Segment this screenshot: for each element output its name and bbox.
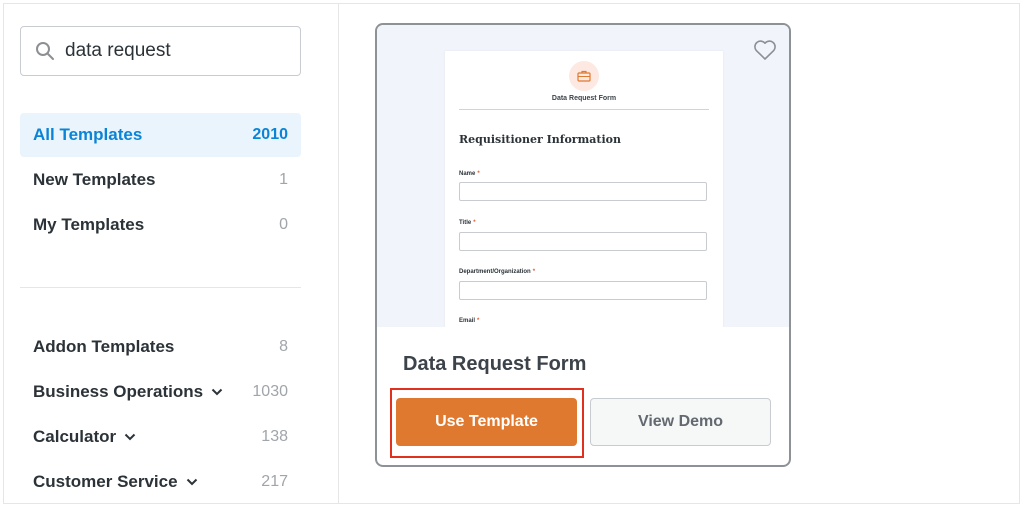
search-box[interactable] — [20, 26, 301, 76]
category-count: 1030 — [252, 383, 288, 400]
form-field-label: Title * — [459, 220, 476, 226]
category-customer-service[interactable]: Customer Service 217 — [20, 460, 301, 504]
form-field-input — [459, 182, 707, 201]
form-field-label-text: Name — [459, 171, 476, 177]
form-preview-title: Data Request Form — [551, 95, 617, 102]
template-card[interactable]: Data Request Form Requisitioner Informat… — [375, 23, 791, 467]
chevron-down-icon[interactable] — [186, 478, 198, 486]
category-count: 217 — [261, 473, 288, 490]
nav-count: 1 — [279, 171, 288, 188]
template-preview[interactable]: Data Request Form Requisitioner Informat… — [377, 25, 789, 327]
required-mark: * — [532, 269, 536, 275]
nav-count: 0 — [279, 216, 288, 233]
form-field-input — [459, 281, 707, 300]
required-mark: * — [477, 171, 480, 177]
category-label-wrap: Calculator — [33, 427, 136, 447]
view-demo-button[interactable]: View Demo — [590, 398, 771, 446]
form-preview-section: Requisitioner Information — [459, 133, 621, 146]
chevron-down-icon[interactable] — [211, 388, 223, 396]
category-label-wrap: Business Operations — [33, 382, 223, 402]
category-label: Calculator — [33, 427, 117, 446]
form-field-label: Department/Organization * — [459, 269, 535, 275]
nav-label: My Templates — [33, 215, 145, 234]
form-field-label-text: Email — [459, 318, 476, 324]
heart-icon[interactable] — [753, 39, 777, 61]
template-title: Data Request Form — [403, 353, 587, 375]
use-template-button[interactable]: Use Template — [396, 398, 577, 446]
form-preview-document: Data Request Form Requisitioner Informat… — [445, 51, 723, 327]
nav-count: 2010 — [252, 126, 288, 143]
category-addon-templates[interactable]: Addon Templates 8 — [20, 325, 301, 369]
form-field-label-text: Title — [459, 220, 472, 226]
chevron-down-icon[interactable] — [124, 433, 136, 441]
category-label: Business Operations — [33, 382, 204, 401]
nav-label: New Templates — [33, 170, 156, 189]
form-field-label: Email * — [459, 318, 479, 324]
category-count: 8 — [279, 338, 288, 355]
search-input[interactable] — [65, 40, 265, 62]
sidebar-divider — [20, 287, 301, 288]
category-business-operations[interactable]: Business Operations 1030 — [20, 370, 301, 414]
required-mark: * — [473, 220, 476, 226]
required-mark: * — [477, 318, 480, 324]
form-field-label-text: Department/Organization — [459, 269, 531, 275]
category-label-wrap: Customer Service — [33, 472, 198, 492]
nav-all-templates[interactable]: All Templates 2010 — [20, 113, 301, 157]
search-icon — [36, 42, 54, 60]
category-count: 138 — [261, 428, 288, 445]
nav-label: All Templates — [33, 125, 143, 144]
category-label: Addon Templates — [33, 337, 175, 356]
form-field-input — [459, 232, 707, 251]
nav-my-templates[interactable]: My Templates 0 — [20, 203, 301, 247]
briefcase-icon — [569, 61, 599, 91]
category-label: Customer Service — [33, 472, 178, 491]
template-sidebar: All Templates 2010 New Templates 1 My Te… — [3, 3, 339, 504]
category-calculator[interactable]: Calculator 138 — [20, 415, 301, 459]
form-field-label: Name * — [459, 171, 480, 177]
form-preview-divider — [459, 109, 709, 110]
nav-new-templates[interactable]: New Templates 1 — [20, 158, 301, 202]
